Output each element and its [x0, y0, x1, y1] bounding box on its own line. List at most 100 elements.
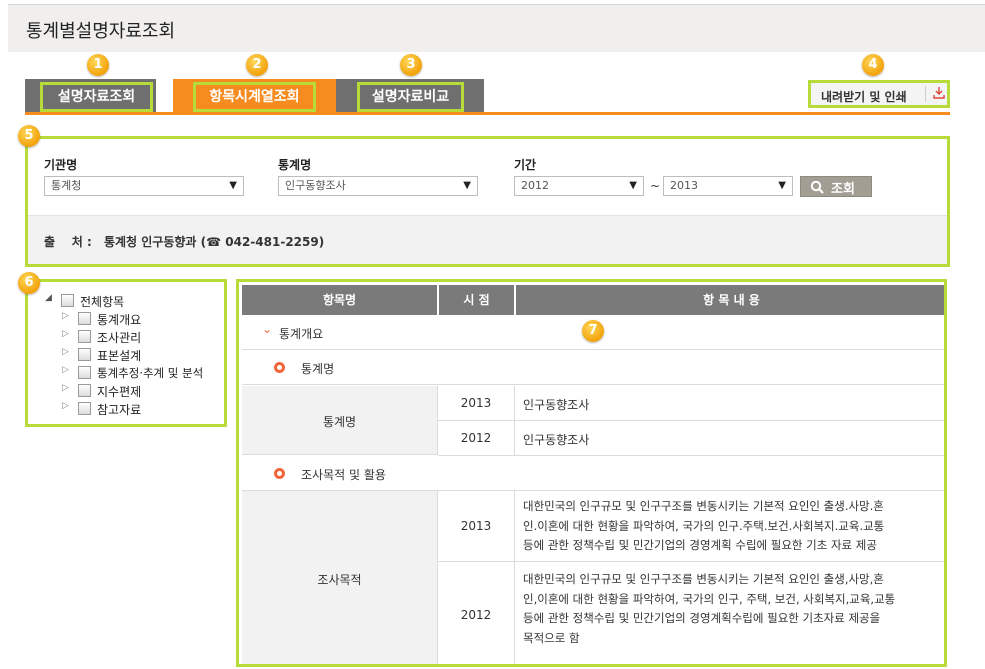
search-icon [810, 180, 824, 194]
title-bar: 통계별설명자료조회 [8, 4, 985, 52]
year-cell: 2012 [460, 431, 492, 445]
tab-underline [25, 112, 950, 115]
tree-checkbox[interactable] [78, 384, 91, 397]
callout-badge-6: 6 [18, 272, 40, 294]
source-row: 출 처 : 통계청 인구동향과 (☎ 042-481-2259) [28, 215, 947, 264]
year-cell: 2013 [460, 396, 492, 410]
expand-icon[interactable]: ▷ [62, 383, 72, 393]
search-button[interactable]: 조회 [800, 176, 872, 197]
period-from-select[interactable]: 2012 ▼ [514, 176, 644, 196]
item-title: 조사목적 및 활용 [301, 468, 386, 482]
item-row: 조사목적 및 활용 [242, 456, 944, 491]
tree-item[interactable]: ▷ 통계추정·추계 및 분석 [62, 364, 222, 381]
dropdown-arrow-icon: ▼ [778, 180, 786, 191]
tree-checkbox[interactable] [78, 312, 91, 325]
content-cell: 인구동향조사 [523, 433, 590, 447]
callout-badge-3: 3 [400, 54, 422, 76]
divider [438, 561, 944, 562]
download-label: 내려받기 및 인쇄 [821, 90, 907, 104]
divider [514, 491, 515, 664]
year-cell: 2012 [460, 608, 492, 622]
tree-item-label: 참고자료 [97, 403, 142, 417]
tree-checkbox[interactable] [78, 402, 91, 415]
bullet-icon [274, 362, 285, 373]
source-label: 출 처 : [44, 235, 92, 249]
column-header-content: 항 목 내 용 [515, 285, 944, 315]
tree-root-label: 전체항목 [80, 295, 125, 309]
tree-checkbox[interactable] [78, 366, 91, 379]
content-line: 대한민국의 인구규모 및 인구구조를 변동시키는 기본적 요인인 출생,사망,혼 [523, 572, 884, 586]
callout-badge-2: 2 [246, 54, 268, 76]
expand-icon[interactable]: ▷ [62, 347, 72, 357]
tree-item-label: 조사관리 [97, 331, 142, 345]
download-print-button[interactable]: 내려받기 및 인쇄 [808, 80, 950, 108]
column-header-item: 항목명 [242, 285, 437, 315]
download-icon [933, 87, 945, 99]
expand-icon[interactable]: ▷ [62, 329, 72, 339]
item-title: 통계명 [301, 362, 335, 376]
collapse-icon[interactable]: ◢ [45, 293, 55, 303]
tab-label: 설명자료조회 [40, 82, 153, 112]
callout-badge-4: 4 [862, 54, 884, 76]
dropdown-arrow-icon: ▼ [229, 180, 237, 191]
chevron-down-icon: ⌄ [262, 322, 273, 336]
tree-item[interactable]: ▷ 통계개요 [62, 310, 222, 327]
divider [438, 420, 944, 421]
column-header-period: 시 점 [438, 285, 514, 315]
content-line: 대한민국의 인구규모 및 인구구조를 변동시키는 기본적 요인인 출생.사망.혼 [523, 499, 884, 513]
item-name-cell: 조사목적 [242, 491, 437, 664]
content-line: 등에 관한 정책수립 및 민간기업의 경영계획 수립에 필요한 기초 자료 제공 [523, 538, 877, 552]
dropdown-arrow-icon: ▼ [463, 180, 471, 191]
divider [437, 491, 438, 664]
statistic-select[interactable]: 인구동향조사 ▼ [278, 176, 478, 196]
callout-badge-1: 1 [87, 54, 109, 76]
tree-item-label: 표본설계 [97, 349, 142, 363]
tree-checkbox[interactable] [78, 330, 91, 343]
period-to-select[interactable]: 2013 ▼ [663, 176, 793, 196]
tree-checkbox[interactable] [61, 294, 74, 307]
content-line: 등에 관한 정책수립 및 민간기업의 경영계획수립에 필요한 기초자료 제공을 [523, 611, 881, 625]
tab-label: 항목시계열조회 [193, 82, 316, 112]
period-to-value: 2013 [670, 179, 698, 192]
item-name: 통계명 [322, 415, 357, 429]
filter-panel: 기관명 통계청 ▼ 통계명 인구동향조사 ▼ 기간 2012 ▼ ~ 2013 … [25, 136, 950, 267]
agency-select[interactable]: 통계청 ▼ [44, 176, 244, 196]
content-line: 인.이혼에 대한 현황을 파악하여, 국가의 인구.주택.보건.사회복지.교육.… [523, 518, 885, 533]
source-text: 출 처 : 통계청 인구동향과 (☎ 042-481-2259) [44, 233, 324, 250]
content-line: 인,이혼에 대한 현황을 파악하여, 국가의 인구, 주택, 보건, 사회복지,… [523, 591, 896, 606]
tab-description-view[interactable]: 설명자료조회 [25, 79, 156, 113]
agency-value: 통계청 [51, 179, 82, 192]
statistic-label: 통계명 [278, 158, 312, 172]
callout-badge-7: 7 [582, 320, 604, 342]
tree-item-label: 통계개요 [97, 313, 142, 327]
page-title: 통계별설명자료조회 [26, 21, 176, 42]
dropdown-arrow-icon: ▼ [629, 180, 637, 191]
period-from-value: 2012 [521, 179, 549, 192]
item-tree: ◢ 전체항목 ▷ 통계개요 ▷ 조사관리 ▷ 표본설계 ▷ 통계추정·추계 및 … [25, 279, 227, 427]
expand-icon[interactable]: ▷ [62, 365, 72, 375]
callout-badge-5: 5 [18, 125, 40, 147]
source-value: 통계청 인구동향과 (☎ 042-481-2259) [103, 235, 325, 249]
tree-checkbox[interactable] [78, 348, 91, 361]
divider [925, 86, 926, 102]
tree-item[interactable]: ▷ 조사관리 [62, 328, 222, 345]
statistic-value: 인구동향조사 [285, 179, 346, 192]
tab-description-compare[interactable]: 설명자료비교 [336, 79, 484, 113]
item-row: 통계명 [242, 350, 944, 385]
section-title: 통계개요 [279, 327, 324, 341]
tab-item-timeseries[interactable]: 항목시계열조회 [173, 79, 336, 113]
tree-item[interactable]: ▷ 지수편제 [62, 382, 222, 399]
tree-item[interactable]: ▷ 표본설계 [62, 346, 222, 363]
expand-icon[interactable]: ▷ [62, 401, 72, 411]
bullet-icon [274, 468, 285, 479]
tree-item[interactable]: ▷ 참고자료 [62, 400, 222, 417]
content-line: 목적으로 함 [523, 630, 580, 645]
content-cell: 대한민국의 인구규모 및 인구구조를 변동시키는 기본적 요인인 출생.사망.혼… [523, 497, 943, 556]
search-label: 조회 [831, 182, 855, 197]
content-cell: 대한민국의 인구규모 및 인구구조를 변동시키는 기본적 요인인 출생,사망,혼… [523, 570, 943, 648]
period-separator: ~ [650, 179, 661, 193]
expand-icon[interactable]: ▷ [62, 311, 72, 321]
period-label: 기간 [514, 158, 537, 172]
tree-root[interactable]: ◢ 전체항목 [45, 292, 215, 309]
item-name-cell: 통계명 [242, 386, 437, 455]
